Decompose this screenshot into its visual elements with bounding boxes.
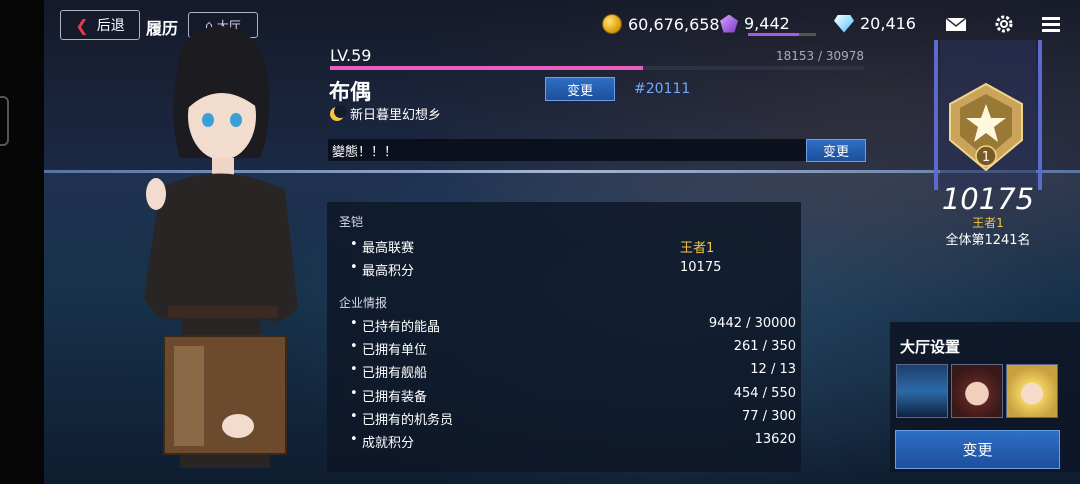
section-title-company: 企业情报 [339, 296, 388, 310]
menu-icon[interactable] [1040, 14, 1062, 34]
crystal-value: 9,442 [744, 14, 790, 33]
player-name: 布偶 [329, 80, 371, 104]
back-arrow-icon: ❮ [75, 15, 89, 35]
lobby-character-thumbnail[interactable] [1006, 364, 1058, 418]
coin-counter: 60,676,658 [602, 14, 720, 34]
info-row: • 最高联赛 王者1 [350, 237, 715, 256]
diamond-counter: 20,416 [834, 14, 916, 33]
lobby-settings-title: 大厅设置 [900, 338, 961, 356]
lobby-character-thumbnail[interactable] [951, 364, 1003, 418]
info-row: • 已拥有单位 261 / 350 [350, 339, 796, 358]
moon-icon [330, 104, 347, 121]
crystal-icon [720, 14, 738, 33]
mail-icon[interactable] [945, 14, 967, 34]
rank-badge-icon: 1 [949, 82, 1023, 172]
side-handle[interactable] [0, 96, 9, 146]
info-row: • 已拥有装备 454 / 550 [350, 386, 796, 405]
crystal-counter: 9,442 [720, 14, 790, 33]
info-row: • 已拥有的机务员 77 / 300 [350, 409, 796, 428]
info-row: • 成就积分 13620 [350, 432, 796, 451]
level-label: LV.59 [330, 46, 372, 65]
change-comment-button[interactable]: 变更 [806, 139, 866, 162]
coin-value: 60,676,658 [628, 14, 720, 34]
crystal-progress [748, 33, 816, 36]
screen: ❮ 后退 履历 ⌂ 大厅 60,676,658 9,442 20,416 LV.… [0, 0, 1080, 484]
gear-icon[interactable] [993, 14, 1015, 34]
character-portrait [144, 26, 298, 468]
info-row: • 已持有的能晶 9442 / 30000 [350, 316, 796, 335]
coin-icon [602, 14, 622, 34]
lobby-background-thumbnail[interactable] [896, 364, 948, 418]
info-row: • 最高积分 10175 [350, 260, 722, 279]
player-title: 新日暮里幻想乡 [330, 104, 441, 123]
rank-position: 全体第1241名 [945, 233, 1031, 248]
left-edge-bar [0, 0, 44, 484]
lobby-change-button[interactable]: 变更 [895, 430, 1060, 469]
player-uid: #20111 [634, 81, 691, 97]
rank-badge-number: 1 [982, 150, 990, 165]
exp-bar [330, 66, 864, 70]
change-name-button[interactable]: 变更 [545, 77, 615, 101]
diamond-icon [834, 14, 854, 33]
title-text: 新日暮里幻想乡 [350, 108, 442, 123]
rank-score: 10175 [941, 182, 1035, 216]
comment-field[interactable]: 變態！！！ [328, 139, 808, 161]
exp-text: 18153 / 30978 [775, 49, 864, 63]
info-row: • 已拥有舰船 12 / 13 [350, 362, 796, 381]
section-title-armor: 圣铠 [339, 215, 364, 229]
diamond-value: 20,416 [860, 14, 916, 33]
